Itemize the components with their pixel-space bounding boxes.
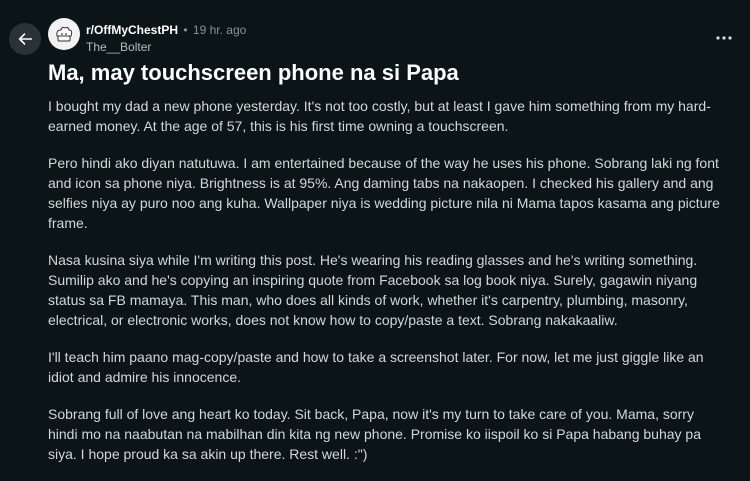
subreddit-avatar[interactable] xyxy=(48,18,80,50)
more-options-button[interactable] xyxy=(712,30,736,46)
more-horizontal-icon xyxy=(716,36,732,40)
arrow-left-icon xyxy=(18,33,33,45)
meta-separator: • xyxy=(183,23,188,37)
subreddit-avatar-icon xyxy=(56,26,73,42)
author-link[interactable]: The__Bolter xyxy=(86,39,246,56)
body-paragraph: Sobrang full of love ang heart ko today.… xyxy=(48,406,701,462)
body-paragraph: I'll teach him paano mag-copy/paste and … xyxy=(48,349,704,385)
post-time: 19 hr. ago xyxy=(192,23,247,37)
post-title: Ma, may touchscreen phone na si Papa xyxy=(48,60,459,85)
body-paragraph: Pero hindi ako diyan natutuwa. I am ente… xyxy=(48,155,720,231)
post-body: I bought my dad a new phone yesterday. I… xyxy=(48,96,722,481)
body-paragraph: I bought my dad a new phone yesterday. I… xyxy=(48,98,711,134)
post-meta: r/OffMyChestPH • 19 hr. ago The__Bolter xyxy=(86,22,246,56)
back-button[interactable] xyxy=(9,23,41,55)
body-paragraph: Nasa kusina siya while I'm writing this … xyxy=(48,252,698,328)
subreddit-link[interactable]: r/OffMyChestPH xyxy=(86,23,178,37)
